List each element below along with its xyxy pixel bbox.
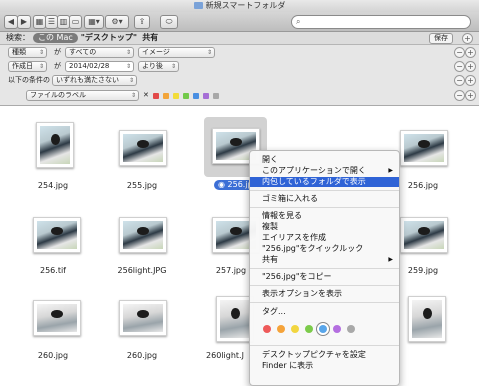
context-menu: 開く このアプリケーションで開く ▶ 内包しているフォルダで表示 ゴミ箱に入れる … — [249, 150, 400, 386]
rule-op-word: が — [54, 48, 61, 56]
rule-value-select[interactable]: すべての — [65, 47, 134, 58]
file-thumbnail[interactable] — [119, 130, 167, 166]
tag-button-icon[interactable]: ⬭ — [160, 15, 178, 29]
menu-share[interactable]: 共有 ▶ — [250, 255, 399, 265]
rule-group: 以下の条件の いずれも満たさない − + — [0, 73, 479, 87]
tag-blue[interactable] — [319, 325, 327, 333]
file-thumbnail[interactable] — [119, 300, 167, 336]
add-rule-button[interactable]: + — [465, 90, 476, 101]
add-rule-button[interactable]: + — [465, 75, 476, 86]
file-thumbnail[interactable] — [400, 217, 448, 253]
menu-move-to-trash[interactable]: ゴミ箱に入れる — [250, 194, 399, 204]
menu-separator — [250, 345, 399, 346]
tag-yellow[interactable] — [291, 325, 299, 333]
menu-separator — [250, 190, 399, 191]
file-thumbnail[interactable] — [119, 217, 167, 253]
rule-label: ファイルのラベル ✕ − + — [0, 88, 479, 102]
back-button[interactable]: ◀ — [4, 15, 18, 29]
toolbar: ◀ ▶ ▦ ☰ ▥ ▭ ▦▾ ⚙▾ ⇪ ⬭ ⌕ — [0, 12, 479, 32]
selected-dot-icon: ◉ — [218, 180, 228, 189]
file-name[interactable]: 256light.JPG — [97, 266, 187, 275]
file-name[interactable]: 260.jpg — [8, 351, 98, 360]
rule-created: 作成日 が 2014/02/28 より後 − + — [0, 59, 479, 73]
menu-get-info[interactable]: 情報を見る — [250, 211, 399, 221]
tag-green[interactable] — [305, 325, 313, 333]
menu-separator — [250, 302, 399, 303]
search-scope-bar: 検索： この Mac "デスクトップ" 共有 保存 + — [0, 32, 479, 45]
menu-tags[interactable]: タグ... — [250, 307, 399, 317]
coverflow-view-icon[interactable]: ▭ — [69, 15, 82, 29]
menu-separator — [250, 268, 399, 269]
save-button[interactable]: 保存 — [429, 33, 453, 44]
menu-duplicate[interactable]: 複製 — [250, 222, 399, 232]
remove-rule-button[interactable]: − — [454, 47, 465, 58]
scope-label: 検索： — [6, 33, 30, 42]
menu-reveal-in-finder[interactable]: Finder に表示 — [250, 361, 399, 371]
file-thumbnail[interactable] — [33, 217, 81, 253]
label-orange[interactable] — [163, 93, 169, 99]
label-red[interactable] — [153, 93, 159, 99]
rule-attr-select[interactable]: ファイルのラベル — [26, 90, 139, 101]
rule-value2-select[interactable]: より後 — [138, 61, 179, 72]
file-name[interactable]: 254.jpg — [8, 181, 98, 190]
smart-folder-icon — [193, 2, 203, 9]
label-purple[interactable] — [203, 93, 209, 99]
window-title: 新規スマートフォルダ — [205, 1, 286, 10]
menu-set-desktop-picture[interactable]: デスクトップピクチャを設定 — [250, 350, 399, 360]
add-rule-button[interactable]: + — [462, 33, 473, 44]
rule-group-label: 以下の条件の — [8, 76, 50, 84]
file-thumbnail[interactable] — [33, 300, 81, 336]
rule-value2-select[interactable]: イメージ — [138, 47, 215, 58]
label-clear-icon[interactable]: ✕ — [143, 91, 149, 100]
arrange-menu-icon[interactable]: ▦▾ — [84, 15, 104, 29]
menu-show-in-enclosing-folder[interactable]: 内包しているフォルダで表示 — [250, 177, 399, 187]
tag-red[interactable] — [263, 325, 271, 333]
menu-open[interactable]: 開く — [250, 155, 399, 165]
menu-separator — [250, 285, 399, 286]
title-bar: 新規スマートフォルダ — [0, 0, 479, 12]
menu-separator — [250, 207, 399, 208]
submenu-arrow-icon: ▶ — [388, 167, 393, 174]
submenu-arrow-icon: ▶ — [388, 256, 393, 263]
remove-rule-button[interactable]: − — [454, 75, 465, 86]
share-icon[interactable]: ⇪ — [134, 15, 150, 29]
menu-quick-look[interactable]: "256.jpg"をクイックルック — [250, 244, 399, 254]
scope-desktop[interactable]: "デスクトップ" — [81, 33, 137, 42]
date-field[interactable]: 2014/02/28 — [65, 61, 134, 72]
search-icon: ⌕ — [296, 17, 301, 26]
search-input[interactable]: ⌕ — [291, 15, 471, 29]
add-rule-button[interactable]: + — [465, 47, 476, 58]
label-gray[interactable] — [213, 93, 219, 99]
tag-orange[interactable] — [277, 325, 285, 333]
tag-purple[interactable] — [333, 325, 341, 333]
remove-rule-button[interactable]: − — [454, 90, 465, 101]
menu-make-alias[interactable]: エイリアスを作成 — [250, 233, 399, 243]
file-thumbnail[interactable] — [36, 122, 74, 168]
rule-attr-select[interactable]: 作成日 — [8, 61, 47, 72]
label-green[interactable] — [183, 93, 189, 99]
rule-op-word: が — [54, 62, 61, 70]
rule-group-select[interactable]: いずれも満たさない — [52, 75, 137, 86]
file-name[interactable]: 260.jpg — [97, 351, 187, 360]
file-thumbnail[interactable] — [408, 296, 446, 342]
scope-shared[interactable]: 共有 — [142, 33, 158, 42]
file-name[interactable]: 256.tif — [8, 266, 98, 275]
label-yellow[interactable] — [173, 93, 179, 99]
menu-copy[interactable]: "256.jpg"をコピー — [250, 272, 399, 282]
label-blue[interactable] — [193, 93, 199, 99]
menu-show-view-options[interactable]: 表示オプションを表示 — [250, 289, 399, 299]
search-rules: 種類 が すべての イメージ − + 作成日 が 2014/02/28 より後 … — [0, 45, 479, 106]
add-rule-button[interactable]: + — [465, 61, 476, 72]
scope-this-mac[interactable]: この Mac — [33, 33, 78, 43]
forward-button[interactable]: ▶ — [17, 15, 31, 29]
menu-open-with[interactable]: このアプリケーションで開く ▶ — [250, 166, 399, 176]
rule-kind: 種類 が すべての イメージ − + — [0, 45, 479, 59]
gear-icon[interactable]: ⚙▾ — [105, 15, 129, 29]
file-thumbnail[interactable] — [400, 130, 448, 166]
file-name[interactable]: 255.jpg — [97, 181, 187, 190]
tag-gray[interactable] — [347, 325, 355, 333]
rule-attr-select[interactable]: 種類 — [8, 47, 47, 58]
remove-rule-button[interactable]: − — [454, 61, 465, 72]
